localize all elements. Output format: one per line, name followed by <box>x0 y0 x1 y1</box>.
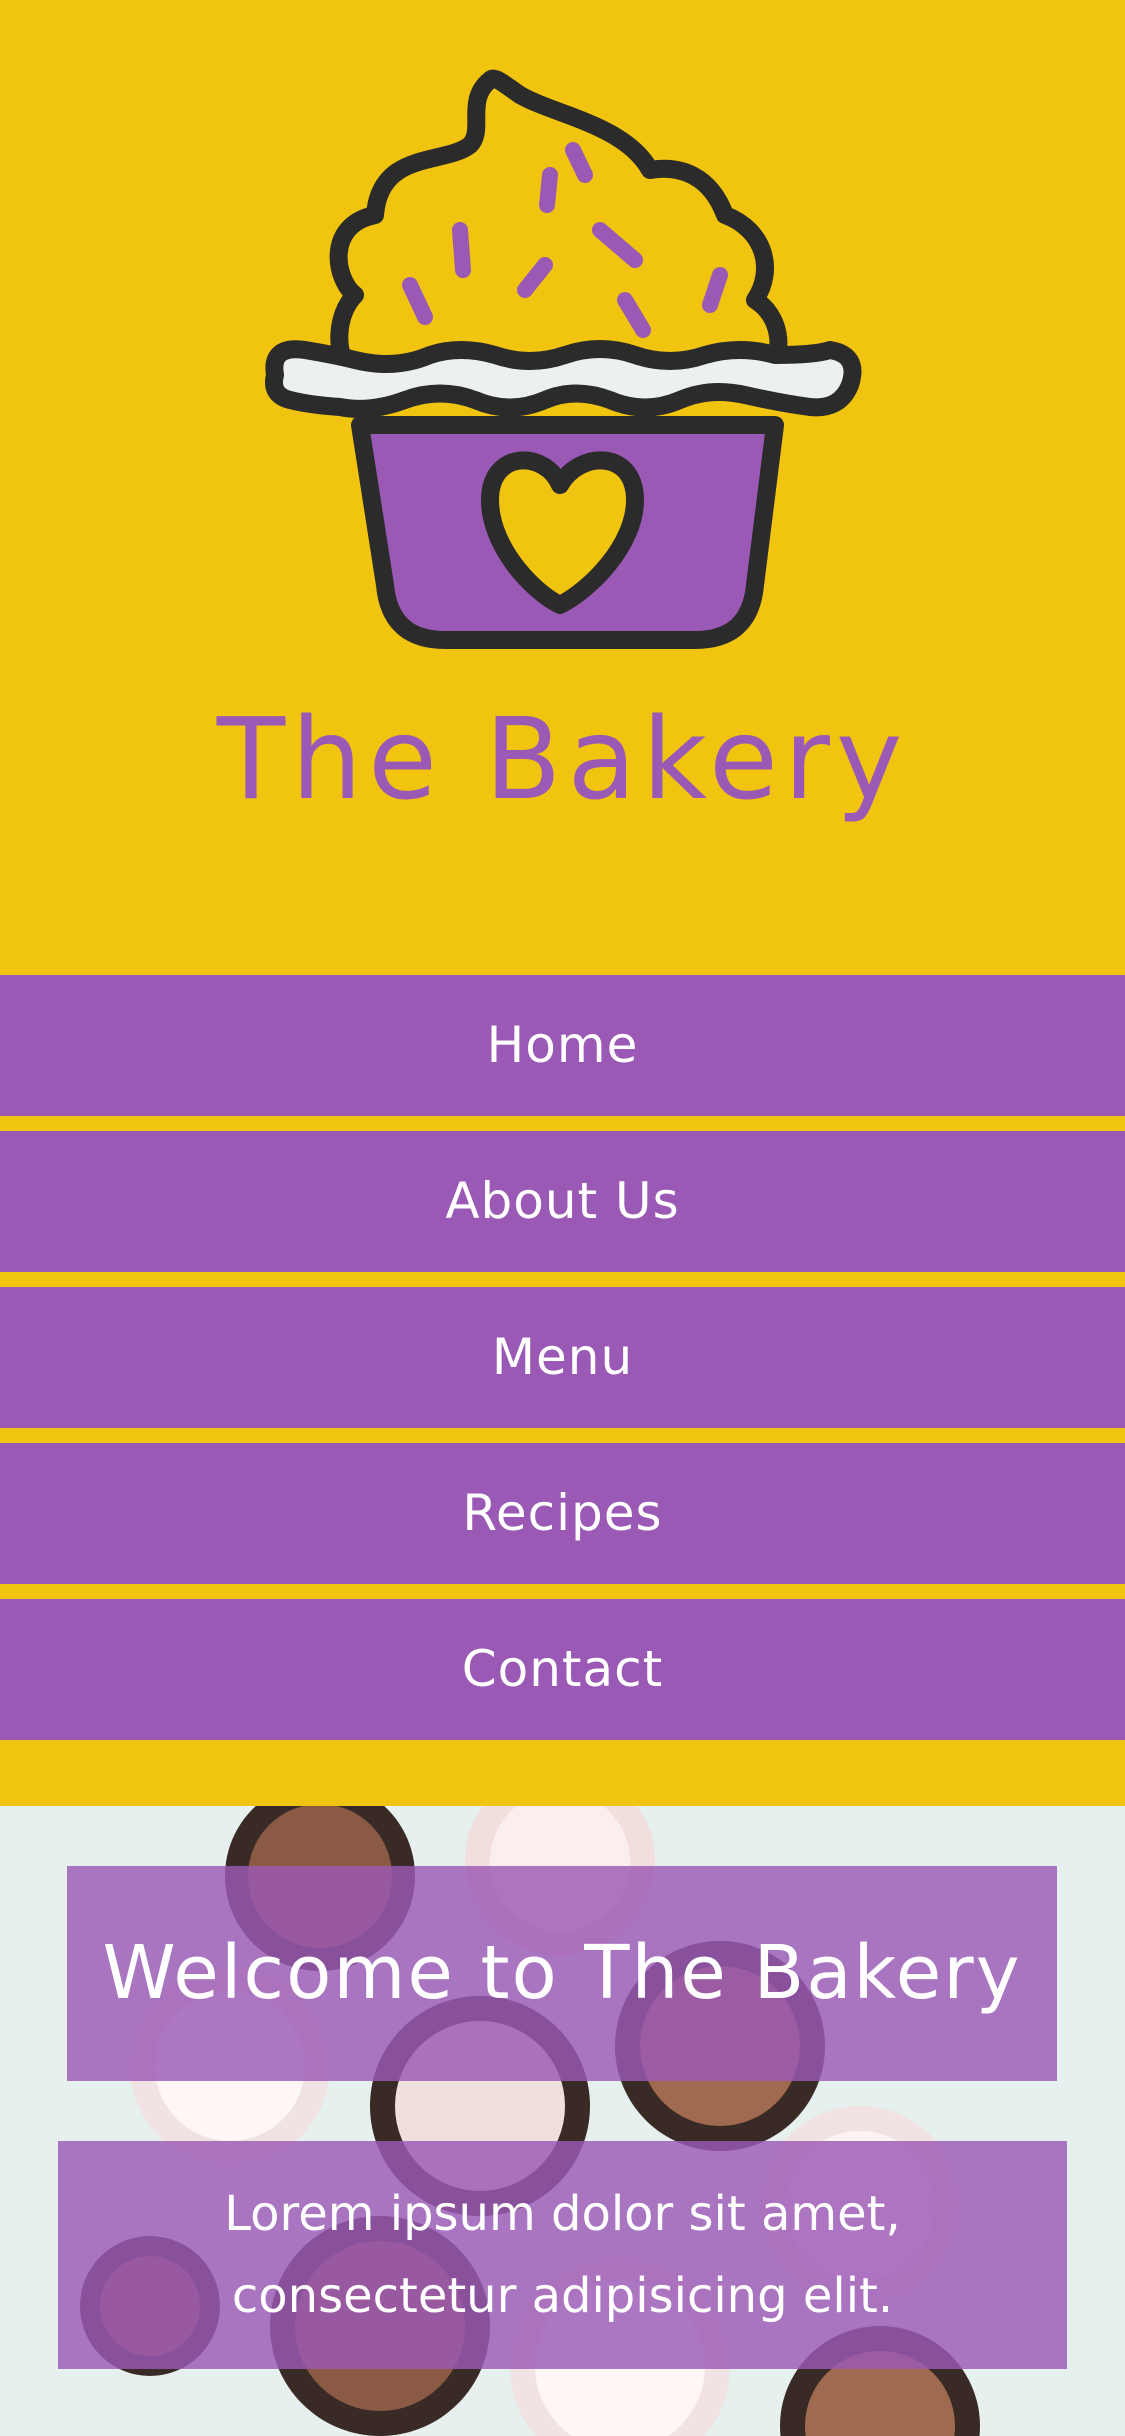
page: The Bakery Home About Us Menu Recipes Co… <box>0 0 1125 2436</box>
nav-item-menu[interactable]: Menu <box>0 1287 1125 1428</box>
nav-item-about-us[interactable]: About Us <box>0 1131 1125 1272</box>
nav-item-recipes[interactable]: Recipes <box>0 1443 1125 1584</box>
nav-item-home[interactable]: Home <box>0 975 1125 1116</box>
site-title: The Bakery <box>216 695 909 825</box>
cup-rim <box>265 340 862 418</box>
nav-item-contact[interactable]: Contact <box>0 1599 1125 1740</box>
hero-description: Lorem ipsum dolor sit amet, consectetur … <box>58 2141 1067 2369</box>
hero-description-line-2: consectetur adipisicing elit. <box>231 2268 894 2324</box>
hero-section: Welcome to The Bakery Lorem ipsum dolor … <box>0 1806 1125 2436</box>
site-header: The Bakery <box>0 0 1125 975</box>
frosting-shape <box>329 69 788 379</box>
welcome-heading: Welcome to The Bakery <box>67 1866 1057 2081</box>
cupcake-icon[interactable] <box>255 55 870 665</box>
hero-description-line-1: Lorem ipsum dolor sit amet, <box>224 2186 901 2242</box>
main-nav: Home About Us Menu Recipes Contact <box>0 975 1125 1755</box>
